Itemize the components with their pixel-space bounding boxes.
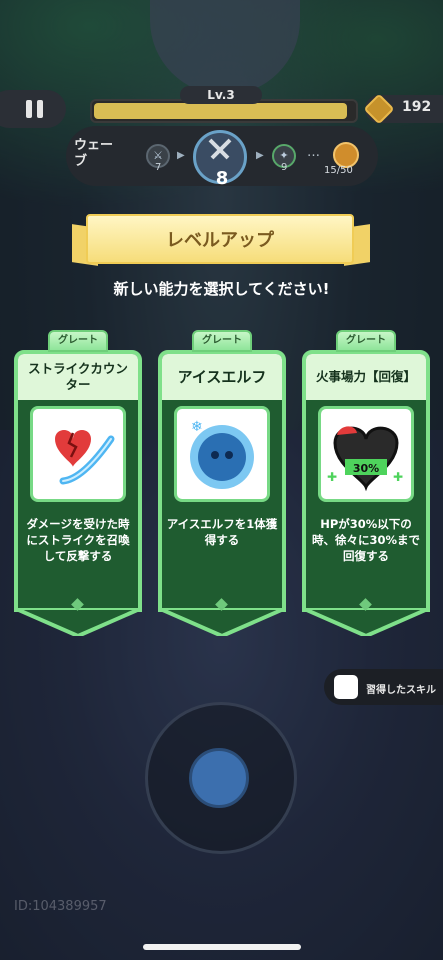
- card-title: 火事場力【回復】: [315, 369, 416, 384]
- speech-bubble-icon: [334, 675, 358, 699]
- card-header: アイスエルフ: [162, 354, 282, 400]
- svg-text:✚: ✚: [327, 470, 337, 484]
- wave-label: ウェーブ: [74, 138, 114, 169]
- card-description: アイスエルフを1体獲得する: [166, 517, 278, 547]
- pause-icon: [26, 100, 44, 118]
- rarity-tab: グレート: [48, 330, 108, 352]
- player-id: ID:104389957: [14, 899, 107, 914]
- level-label: Lv.3: [180, 86, 262, 104]
- svg-text:✚: ✚: [393, 470, 403, 484]
- joystick-knob[interactable]: [189, 748, 249, 808]
- pause-button[interactable]: [0, 90, 66, 128]
- card-title: ストライクカウンター: [28, 361, 128, 392]
- wave-next-number: 9: [281, 162, 288, 173]
- card-header: ストライクカウンター: [18, 354, 138, 400]
- wave-prev-number: 7: [155, 162, 162, 173]
- wave-ellipsis: …: [307, 145, 320, 160]
- ice-elf-icon: ❄: [174, 406, 270, 502]
- learned-skills-label: 習得したスキル: [366, 685, 436, 696]
- card-description: HPが30%以下の時、徐々に30%まで回復する: [311, 517, 421, 563]
- card-bottom-point: [158, 608, 286, 636]
- arrow-icon: ▶: [177, 150, 185, 161]
- card-bottom-point: [302, 608, 430, 636]
- arrow-icon: ▶: [256, 150, 264, 161]
- broken-heart-sword-icon: [30, 406, 126, 502]
- levelup-subtitle: 新しい能力を選択してください!: [113, 280, 330, 298]
- svg-text:❄: ❄: [191, 419, 203, 435]
- card-title: アイスエルフ: [177, 368, 267, 386]
- coin-count: 192: [402, 99, 432, 115]
- boss-count: 15/50: [324, 165, 353, 176]
- rarity-tab: グレート: [336, 330, 396, 352]
- levelup-title: レベルアップ: [166, 230, 274, 251]
- home-indicator: [143, 944, 301, 950]
- wave-current-number: 8: [215, 168, 229, 189]
- card-bottom-point: [14, 608, 142, 636]
- card-description: ダメージを受けた時にストライクを召喚して反撃する: [26, 517, 130, 563]
- card-header: 火事場力【回復】: [306, 354, 426, 400]
- crossed-swords-icon: [208, 138, 232, 160]
- heart-heal-icon: 30% ✚ ✚: [318, 406, 414, 502]
- rarity-tab: グレート: [192, 330, 252, 352]
- heal-percent-label: 30%: [353, 462, 379, 475]
- xp-bar-fill: [94, 103, 347, 119]
